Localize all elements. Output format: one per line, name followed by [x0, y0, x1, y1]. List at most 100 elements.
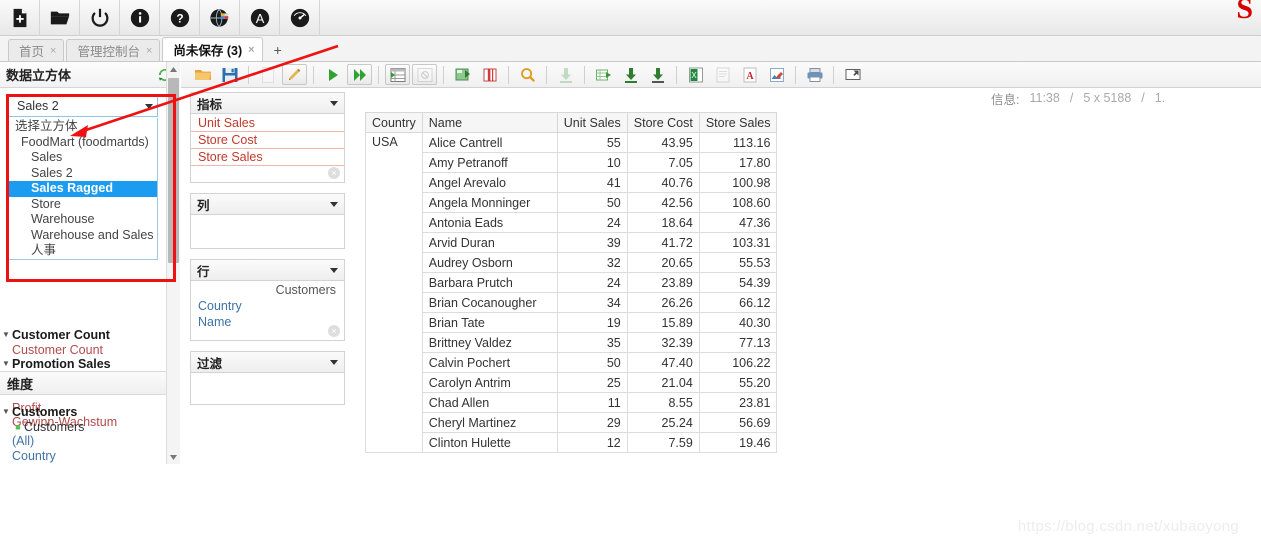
- cell-store-sales[interactable]: 17.80: [698, 152, 778, 173]
- chevron-down-icon[interactable]: [330, 100, 338, 106]
- cube-option[interactable]: Warehouse: [9, 212, 157, 228]
- table-row[interactable]: Brian Cocanougher 34 26.26 66.12: [366, 292, 778, 313]
- table-row[interactable]: Carolyn Antrim 25 21.04 55.20: [366, 372, 778, 393]
- clear-measures-icon[interactable]: ×: [328, 167, 340, 179]
- cell-store-cost[interactable]: 42.56: [626, 192, 700, 213]
- cube-option[interactable]: 人事: [9, 243, 157, 259]
- column-header-store-sales[interactable]: Store Sales: [698, 112, 778, 133]
- cube-select-dropdown[interactable]: Sales 2: [8, 95, 158, 117]
- columns-drop-zone[interactable]: [190, 215, 345, 249]
- cube-option[interactable]: FoodMart (foodmartds): [9, 135, 157, 151]
- tab-home[interactable]: 首页 ×: [8, 39, 65, 61]
- table-row[interactable]: Amy Petranoff 10 7.05 17.80: [366, 152, 778, 173]
- print-icon[interactable]: [801, 63, 828, 87]
- cube-option[interactable]: Warehouse and Sales: [9, 228, 157, 244]
- scrollbar-thumb[interactable]: [168, 78, 179, 263]
- chevron-down-icon[interactable]: [330, 359, 338, 365]
- cell-name[interactable]: Brian Tate: [421, 312, 558, 333]
- cell-store-cost[interactable]: 40.76: [626, 172, 700, 193]
- cell-unit-sales[interactable]: 12: [556, 432, 628, 453]
- new-query-icon[interactable]: [254, 63, 281, 87]
- cell-store-sales[interactable]: 40.30: [698, 312, 778, 333]
- hide-empty-icon[interactable]: [412, 64, 437, 85]
- cell-name[interactable]: Audrey Osborn: [421, 252, 558, 273]
- export-pdf-icon[interactable]: A: [736, 63, 763, 87]
- table-row[interactable]: Angela Monninger 50 42.56 108.60: [366, 192, 778, 213]
- cell-name[interactable]: Amy Petranoff: [421, 152, 558, 173]
- zoom-icon[interactable]: [514, 63, 541, 87]
- table-row[interactable]: Calvin Pochert 50 47.40 106.22: [366, 352, 778, 373]
- cell-unit-sales[interactable]: 50: [556, 192, 628, 213]
- chart-edit-icon[interactable]: [763, 63, 790, 87]
- table-row[interactable]: Cheryl Martinez 29 25.24 56.69: [366, 412, 778, 433]
- filter-panel-header[interactable]: 过滤: [190, 351, 345, 373]
- cell-store-cost[interactable]: 7.59: [626, 432, 700, 453]
- table-row[interactable]: Angel Arevalo 41 40.76 100.98: [366, 172, 778, 193]
- cell-store-cost[interactable]: 26.26: [626, 292, 700, 313]
- cell-unit-sales[interactable]: 11: [556, 392, 628, 413]
- cell-unit-sales[interactable]: 29: [556, 412, 628, 433]
- tree-node-measure[interactable]: Customer Count: [0, 343, 166, 358]
- cell-store-sales[interactable]: 113.16: [698, 132, 778, 153]
- measure-chip[interactable]: Unit Sales: [191, 115, 344, 132]
- power-icon[interactable]: [80, 0, 120, 36]
- measures-drop-zone[interactable]: Unit Sales Store Cost Store Sales ×: [190, 114, 345, 183]
- table-row[interactable]: Antonia Eads 24 18.64 47.36: [366, 212, 778, 233]
- cell-unit-sales[interactable]: 39: [556, 232, 628, 253]
- cell-store-sales[interactable]: 55.53: [698, 252, 778, 273]
- cell-store-cost[interactable]: 47.40: [626, 352, 700, 373]
- cell-name[interactable]: Antonia Eads: [421, 212, 558, 233]
- cube-option[interactable]: 选择立方体: [9, 119, 157, 135]
- cell-store-cost[interactable]: 8.55: [626, 392, 700, 413]
- cell-store-sales[interactable]: 54.39: [698, 272, 778, 293]
- cell-name[interactable]: Angel Arevalo: [421, 172, 558, 193]
- export-doc-icon[interactable]: [709, 63, 736, 87]
- cell-store-sales[interactable]: 100.98: [698, 172, 778, 193]
- cell-store-cost[interactable]: 21.04: [626, 372, 700, 393]
- export-down-icon[interactable]: [552, 63, 579, 87]
- cell-store-cost[interactable]: 41.72: [626, 232, 700, 253]
- cell-store-sales[interactable]: 77.13: [698, 332, 778, 353]
- cell-name[interactable]: Chad Allen: [421, 392, 558, 413]
- column-header-country[interactable]: Country: [365, 112, 423, 133]
- cube-option-selected[interactable]: Sales Ragged: [9, 181, 157, 197]
- cell-unit-sales[interactable]: 34: [556, 292, 628, 313]
- tree-node-hierarchy[interactable]: ■ Customers: [0, 420, 166, 435]
- cell-store-cost[interactable]: 25.24: [626, 412, 700, 433]
- swap-axes-icon[interactable]: [449, 63, 476, 87]
- auto-run-icon[interactable]: [347, 64, 372, 85]
- tab-admin-console[interactable]: 管理控制台 ×: [66, 39, 161, 61]
- table-export-icon[interactable]: [590, 63, 617, 87]
- cell-store-cost[interactable]: 23.89: [626, 272, 700, 293]
- cell-store-cost[interactable]: 32.39: [626, 332, 700, 353]
- tab-unsaved-query[interactable]: 尚未保存 (3) ×: [162, 37, 263, 61]
- scroll-up-icon[interactable]: [167, 62, 180, 76]
- cell-store-sales[interactable]: 66.12: [698, 292, 778, 313]
- font-icon[interactable]: A: [240, 0, 280, 36]
- cell-store-cost[interactable]: 7.05: [626, 152, 700, 173]
- help-icon[interactable]: ?: [160, 0, 200, 36]
- cell-store-sales[interactable]: 106.22: [698, 352, 778, 373]
- cell-name[interactable]: Angela Monninger: [421, 192, 558, 213]
- cell-store-sales[interactable]: 56.69: [698, 412, 778, 433]
- cell-store-cost[interactable]: 15.89: [626, 312, 700, 333]
- cell-unit-sales[interactable]: 25: [556, 372, 628, 393]
- row-level-chip[interactable]: Name: [191, 314, 344, 330]
- gauge-icon[interactable]: [280, 0, 320, 36]
- cell-name[interactable]: Arvid Duran: [421, 232, 558, 253]
- table-row[interactable]: Brittney Valdez 35 32.39 77.13: [366, 332, 778, 353]
- cell-name[interactable]: Brian Cocanougher: [421, 292, 558, 313]
- close-icon[interactable]: ×: [50, 45, 56, 57]
- left-panel-scrollbar[interactable]: [166, 62, 180, 464]
- new-file-icon[interactable]: [0, 0, 40, 36]
- measures-panel-header[interactable]: 指标: [190, 92, 345, 114]
- cell-store-cost[interactable]: 20.65: [626, 252, 700, 273]
- cell-store-sales[interactable]: 55.20: [698, 372, 778, 393]
- cell-unit-sales[interactable]: 32: [556, 252, 628, 273]
- add-tab-button[interactable]: +: [265, 39, 291, 61]
- cell-name[interactable]: Carolyn Antrim: [421, 372, 558, 393]
- cell-country[interactable]: USA: [365, 132, 423, 453]
- cell-name[interactable]: Brittney Valdez: [421, 332, 558, 353]
- column-header-store-cost[interactable]: Store Cost: [626, 112, 700, 133]
- cube-option[interactable]: Sales 2: [9, 166, 157, 182]
